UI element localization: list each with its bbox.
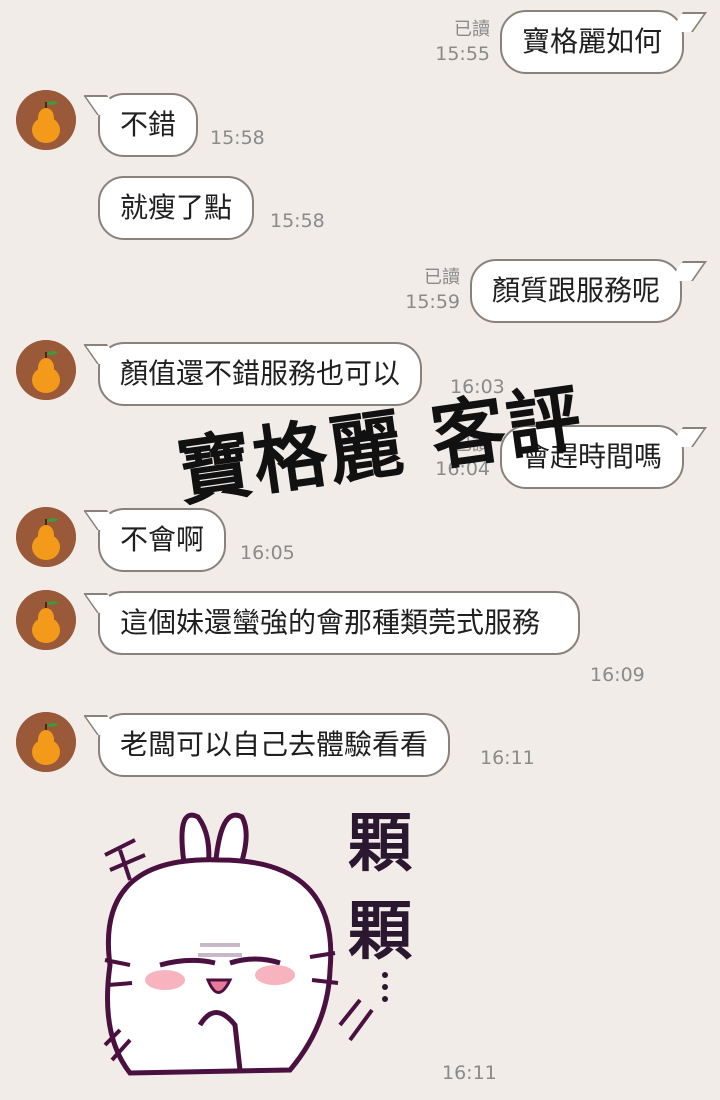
orange-fruit-icon <box>16 712 76 772</box>
contact-avatar[interactable] <box>16 712 76 772</box>
message-bubble-incoming[interactable]: 老闆可以自己去體驗看看 <box>98 713 451 777</box>
message-time: 15:58 <box>210 127 265 149</box>
read-status: 已讀 15:55 <box>430 18 490 66</box>
message-time: 15:55 <box>435 43 490 65</box>
bubble-tail <box>668 12 708 32</box>
message-text: 顏值還不錯服務也可以 <box>120 357 401 390</box>
contact-avatar[interactable] <box>16 507 76 567</box>
bubble-tail <box>668 261 708 281</box>
message-time: 15:59 <box>405 291 460 313</box>
contact-avatar[interactable] <box>16 90 76 150</box>
orange-fruit-icon <box>16 90 76 150</box>
message-time: 15:58 <box>270 210 325 232</box>
message-text: 不會啊 <box>120 523 205 556</box>
contact-avatar[interactable] <box>16 590 76 650</box>
message-text: 寶格麗如何 <box>522 25 663 58</box>
sticker-caption: 顆顆 <box>348 807 412 969</box>
message-time: 16:11 <box>442 1062 497 1084</box>
bubble-tail <box>668 427 708 447</box>
read-label: 已讀 <box>424 267 460 288</box>
message-text: 這個妹還蠻強的會那種類莞式服務 <box>120 606 541 639</box>
read-status: 已讀 15:59 <box>400 266 460 314</box>
message-time: 16:11 <box>480 747 535 769</box>
message-time: 16:05 <box>240 542 295 564</box>
orange-fruit-icon <box>16 507 76 567</box>
contact-avatar[interactable] <box>16 340 76 400</box>
message-bubble-outgoing[interactable]: 顏質跟服務呢 <box>470 259 683 323</box>
message-time: 16:09 <box>590 664 645 686</box>
message-bubble-incoming[interactable]: 就瘦了點 <box>98 176 255 240</box>
orange-fruit-icon <box>16 590 76 650</box>
message-text: 就瘦了點 <box>120 191 233 224</box>
message-bubble-incoming[interactable]: 不會啊 <box>98 508 227 572</box>
message-bubble-incoming[interactable]: 這個妹還蠻強的會那種類莞式服務 <box>98 591 580 655</box>
orange-fruit-icon <box>16 340 76 400</box>
read-label: 已讀 <box>454 19 490 40</box>
message-text: 顏質跟服務呢 <box>492 274 661 307</box>
message-bubble-outgoing[interactable]: 寶格麗如何 <box>500 10 685 74</box>
message-text: 不錯 <box>120 108 177 141</box>
message-text: 老闆可以自己去體驗看看 <box>120 728 429 761</box>
